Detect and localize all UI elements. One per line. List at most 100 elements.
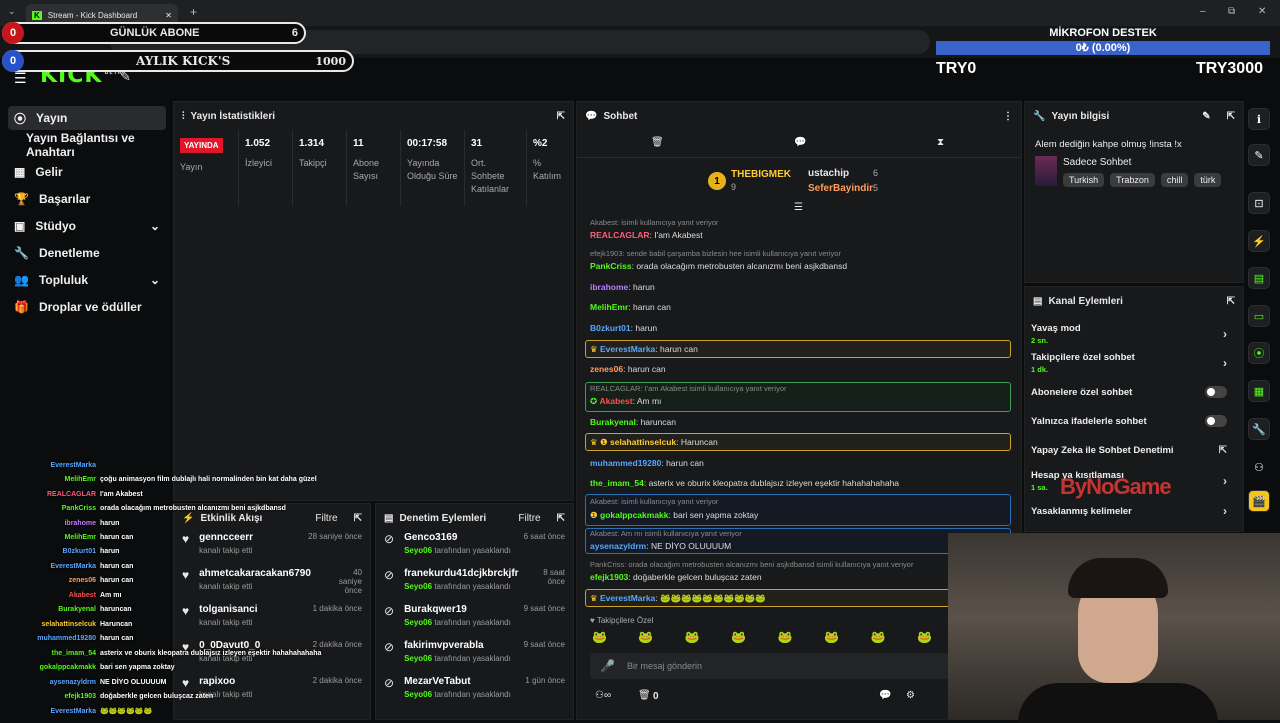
emote-icon: 🐸	[731, 630, 747, 644]
layout-icon[interactable]: ▦	[1248, 380, 1270, 402]
top-chatter-1[interactable]: THEBIGMEK	[731, 169, 791, 180]
tab-close-icon[interactable]: ✕	[165, 11, 172, 20]
tag[interactable]: chill	[1160, 173, 1189, 187]
chat-message: PankCriss: orada olacağım metrobusten al…	[590, 261, 848, 271]
chat-message: ❶ gokalppcakmakk: bari sen yapma zoktay	[590, 510, 759, 520]
moderation-panel: ▤ Denetim Eylemleri Filtre ⇱ ⊘ Genco3169 Seyo…	[375, 503, 574, 720]
maximize-button[interactable]: ⧉	[1228, 6, 1235, 17]
sidebar-item-gelir[interactable]: ▦ Gelir	[8, 160, 166, 184]
chart-icon: ⫶	[182, 110, 185, 122]
top-chatter-2[interactable]: ustachip	[808, 168, 849, 179]
activity-filter-button[interactable]: Filtre	[315, 513, 337, 524]
followers-only-label: ♥ Takipçilere Özel	[590, 616, 654, 625]
slow-mode-setting[interactable]: Yavaş mod 2 sn. ›	[1031, 323, 1227, 345]
trash-icon[interactable]: 🗑	[651, 137, 664, 148]
toggle-switch[interactable]	[1205, 415, 1227, 427]
overlay-chat-line: ibrahome harun	[64, 520, 120, 527]
bottom-count: 0	[653, 691, 659, 702]
list-item: ⊘ fakirimvpverabla Seyo06 tarafından yasak…	[384, 640, 565, 663]
more-options-icon[interactable]: ⋮	[1003, 111, 1013, 122]
popout-icon[interactable]: ⇱	[1227, 296, 1235, 307]
list-item: ♥ tolganisanci kanalı takip etti 1 dakika ö…	[182, 604, 362, 627]
overlay-chat-line: REALCAGLAR I'am Akabest	[47, 491, 143, 498]
activity-title: Etkinlik Akışı	[200, 512, 263, 524]
sidebar-item-droplar[interactable]: 🎁 Droplar ve ödüller	[8, 295, 166, 319]
tag-list: Turkish Trabzon chill türk	[1063, 173, 1222, 187]
clapper-icon[interactable]: 🎬	[1248, 490, 1270, 512]
emote-bar[interactable]: 🐸 🐸 🐸 🐸 🐸 🐸 🐸 🐸	[592, 630, 932, 644]
hamburger-menu-icon[interactable]: ☰	[14, 70, 27, 87]
subscribers-only-setting[interactable]: Abonelere özel sohbet	[1031, 386, 1227, 398]
overlay-chat-line: the_imam_54 asterix ve oburix kleopatra d…	[51, 650, 322, 657]
document-icon: ▤	[384, 512, 394, 524]
chat-bubble-icon[interactable]: 💬	[879, 690, 891, 701]
overlay-chat-line: EverestMarka harun can	[50, 563, 134, 570]
gear-icon[interactable]: ⚙	[906, 690, 915, 701]
chevron-down-icon: ⌄	[149, 219, 160, 233]
emote-icon: 🐸	[684, 630, 700, 644]
tag[interactable]: türk	[1194, 173, 1222, 187]
chat-message: zenes06: harun can	[590, 364, 666, 374]
popout-icon[interactable]: ⇱	[557, 513, 565, 524]
sidebar-item-basarilar[interactable]: 🏆 Başarılar	[8, 187, 166, 211]
streamer-hair	[1068, 558, 1168, 598]
sidebar-item-studyo[interactable]: ▣ Stüdyo ⌄	[8, 214, 166, 238]
monthly-kicks-bar: 0 AYLIK KICK'S 1000	[2, 50, 354, 72]
tag[interactable]: Turkish	[1063, 173, 1105, 187]
target-icon[interactable]: ⊡	[1248, 192, 1270, 214]
lightning-icon[interactable]: ⚡	[1248, 230, 1270, 252]
emotes-only-setting[interactable]: Yalnızca ifadelerle sohbet	[1031, 415, 1227, 427]
toggle-switch[interactable]	[1205, 386, 1227, 398]
emote-icon: 🐸	[777, 630, 793, 644]
sidebar-item-denetleme[interactable]: 🔧 Denetleme	[8, 241, 166, 265]
overlay-chat-line: B0zkurt01 harun	[62, 548, 120, 555]
tab-title: Stream - Kick Dashboard	[47, 10, 138, 20]
edit-icon[interactable]: ✎	[1202, 111, 1210, 122]
ban-icon: ⊘	[384, 568, 395, 582]
divider	[577, 157, 1021, 158]
popout-icon[interactable]: ⇱	[354, 513, 362, 524]
broadcast-icon[interactable]: ⦿	[1248, 342, 1270, 364]
ai-moderation-setting[interactable]: Yapay Zeka ile Sohbet Denetimi ⇱	[1031, 445, 1227, 456]
tag[interactable]: Trabzon	[1110, 173, 1155, 187]
stat-viewers: 1.052 İzleyici	[238, 130, 292, 206]
community-icon: 👥	[14, 273, 29, 287]
popout-icon[interactable]: ⇱	[557, 111, 565, 122]
tab-menu-icon[interactable]: ⌄	[8, 6, 16, 17]
close-window-button[interactable]: ✕	[1258, 6, 1266, 17]
top-chatter-2-count: 6	[873, 168, 879, 178]
banned-words-setting[interactable]: Yasaklanmış kelimeler ›	[1031, 504, 1227, 518]
channel-actions-title: Kanal Eylemleri	[1048, 295, 1123, 307]
chat-message: ♛ EverestMarka: 🐸🐸🐸🐸🐸🐸🐸🐸🐸🐸	[590, 593, 766, 603]
list-item: ♥ genncceerr kanalı takip etti 28 saniye ön…	[182, 532, 362, 555]
popout-icon[interactable]: ⇱	[1227, 111, 1235, 122]
top-chatter-3[interactable]: SeferBayindir	[808, 183, 873, 194]
pencil-icon[interactable]: ✎	[1248, 144, 1270, 166]
moderation-filter-button[interactable]: Filtre	[518, 513, 540, 524]
new-tab-button[interactable]: +	[190, 5, 197, 19]
chat-input-placeholder: Bir mesaj gönderin	[626, 661, 702, 671]
users-icon[interactable]: ⚇∞	[595, 690, 611, 701]
minimize-button[interactable]: –	[1200, 6, 1206, 17]
followers-only-setting[interactable]: Takipçilere özel sohbet 1 dk. ›	[1031, 352, 1227, 374]
chat-input[interactable]: 🎤 Bir mesaj gönderin	[590, 653, 950, 679]
sidebar-item-yayin[interactable]: ⦿ Yayın	[8, 106, 166, 130]
trash-icon[interactable]: 🗑	[638, 690, 651, 701]
hourglass-icon[interactable]: ⧗	[937, 137, 944, 148]
document-icon[interactable]: ▤	[1248, 267, 1270, 289]
sidebar-item-topluluk[interactable]: 👥 Topluluk ⌄	[8, 268, 166, 292]
wrench-icon[interactable]: 🔧	[1248, 418, 1270, 440]
category-name[interactable]: Sadece Sohbet	[1063, 157, 1131, 168]
filter-icon[interactable]: ☰	[794, 202, 803, 213]
studio-icon: ▣	[14, 219, 26, 233]
info-icon[interactable]: ℹ	[1248, 108, 1270, 130]
daily-sub-bar: 0 GÜNLÜK ABONE 6	[2, 22, 306, 44]
mic-goal-progress: 0₺ (0.00%)	[936, 41, 1270, 55]
users-icon[interactable]: ⚇	[1248, 456, 1270, 478]
chat-bubble-icon[interactable]: 💬	[794, 137, 806, 148]
sidebar-item-stream-key[interactable]: Yayın Bağlantısı ve Anahtarı	[8, 131, 176, 159]
mic-icon[interactable]: 🎤	[600, 659, 615, 673]
chat-icon[interactable]: ▭	[1248, 305, 1270, 327]
crown-icon: ♛ ❶	[590, 437, 608, 447]
streamer-shirt	[1018, 683, 1218, 723]
